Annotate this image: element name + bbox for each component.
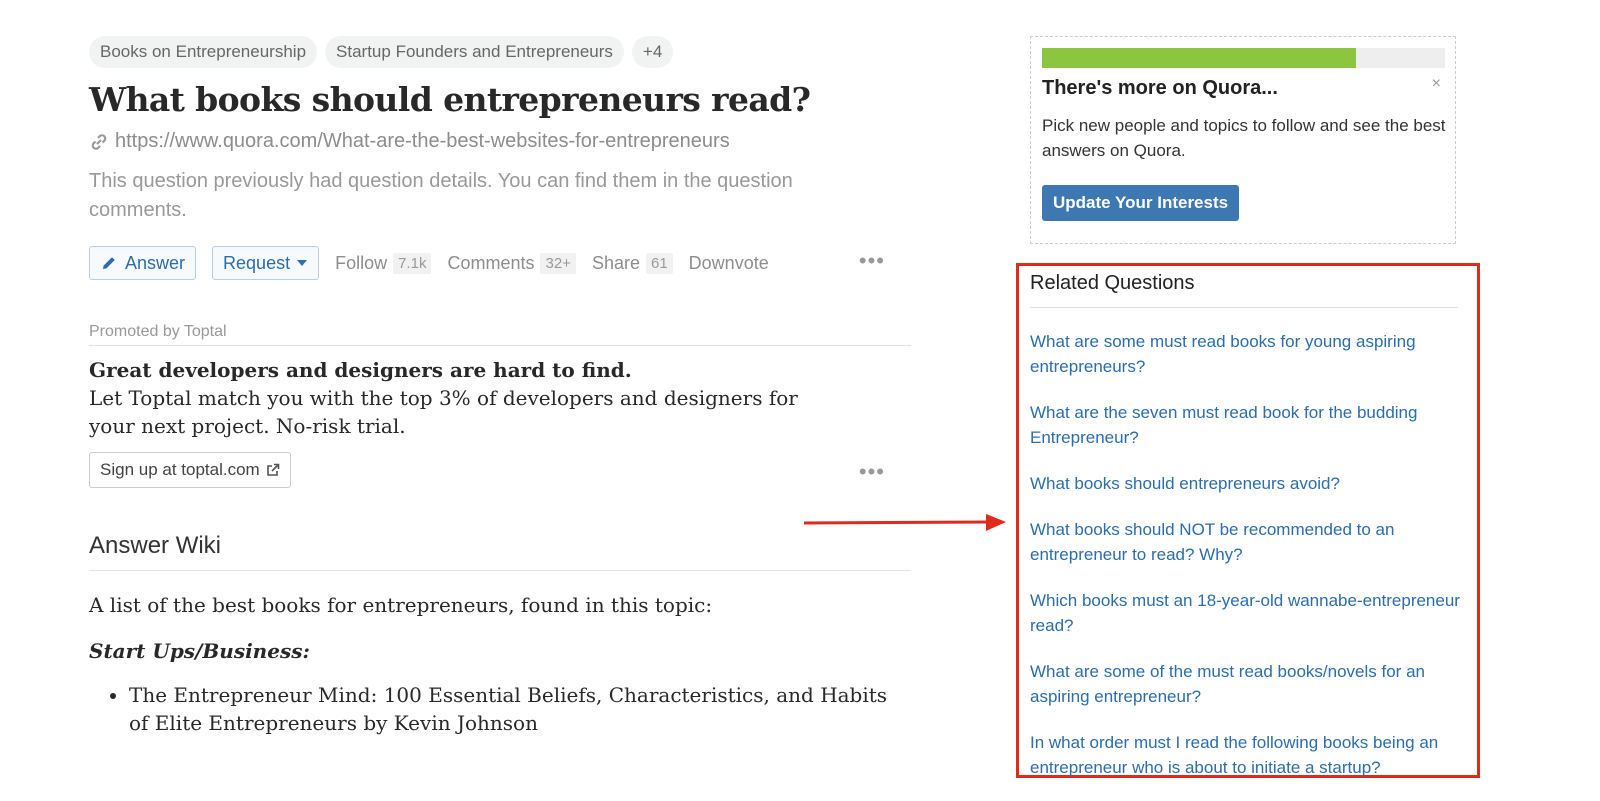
signup-label: Sign up at toptal.com xyxy=(100,460,260,479)
main-content: Books on Entrepreneurship Startup Founde… xyxy=(89,36,911,747)
list-item: The Entrepreneur Mind: 100 Essential Bel… xyxy=(129,681,911,737)
related-question-link[interactable]: Which books must an 18-year-old wannabe-… xyxy=(1030,588,1460,638)
comments-count: 32+ xyxy=(540,252,576,274)
promo-more-options-icon[interactable]: ••• xyxy=(859,461,885,483)
promo-label: Promoted by Toptal xyxy=(89,323,911,346)
topic-pill[interactable]: Startup Founders and Entrepreneurs xyxy=(325,36,624,68)
annotation-arrow-icon xyxy=(803,514,1006,531)
caret-down-icon xyxy=(297,260,308,266)
follow-count: 7.1k xyxy=(393,252,432,274)
progress-bar xyxy=(1042,48,1445,68)
question-url-row[interactable]: https://www.quora.com/What-are-the-best-… xyxy=(89,130,911,153)
related-questions-list: What are some must read books for young … xyxy=(1030,329,1460,801)
prompt-title: There's more on Quora... xyxy=(1042,77,1278,99)
request-label: Request xyxy=(223,252,291,273)
related-question-link[interactable]: What are some of the must read books/nov… xyxy=(1030,659,1460,709)
topic-more-pill[interactable]: +4 xyxy=(631,36,674,68)
comments-button[interactable]: Comments 32+ xyxy=(447,252,576,274)
topic-pill[interactable]: Books on Entrepreneurship xyxy=(89,36,318,68)
progress-fill xyxy=(1042,48,1357,68)
interests-prompt: There's more on Quora... × Pick new peop… xyxy=(1030,36,1456,244)
pencil-icon xyxy=(103,257,115,269)
external-link-icon xyxy=(266,463,280,476)
question-title: What books should entrepreneurs read? xyxy=(89,80,811,119)
share-button[interactable]: Share 61 xyxy=(591,252,673,274)
action-bar: Answer Request Follow 7.1k Comments 32+ … xyxy=(89,245,911,281)
signup-button[interactable]: Sign up at toptal.com xyxy=(89,452,291,488)
link-icon xyxy=(91,133,107,150)
prompt-text: Pick new people and topics to follow and… xyxy=(1042,116,1446,160)
promo-headline: Great developers and designers are hard … xyxy=(89,358,632,382)
topic-list: Books on Entrepreneurship Startup Founde… xyxy=(89,36,911,68)
related-question-link[interactable]: What are some must read books for young … xyxy=(1030,329,1460,379)
follow-button[interactable]: Follow 7.1k xyxy=(335,252,432,274)
promo-actions: Sign up at toptal.com ••• xyxy=(89,452,911,488)
more-options-icon[interactable]: ••• xyxy=(859,250,885,272)
comments-label: Comments xyxy=(447,252,535,273)
related-questions-title: Related Questions xyxy=(1030,272,1458,308)
share-count: 61 xyxy=(645,252,673,274)
close-icon[interactable]: × xyxy=(1432,75,1441,93)
downvote-button[interactable]: Downvote xyxy=(689,253,769,274)
answer-wiki-subheading: Start Ups/Business: xyxy=(89,639,310,663)
answer-button[interactable]: Answer xyxy=(89,246,197,280)
related-questions-panel: Related Questions What are some must rea… xyxy=(1016,263,1480,778)
question-details: This question previously had question de… xyxy=(89,170,793,221)
answer-wiki-intro: A list of the best books for entrepreneu… xyxy=(89,593,713,617)
question-url[interactable]: https://www.quora.com/What-are-the-best-… xyxy=(115,130,730,153)
related-question-link[interactable]: What are the seven must read book for th… xyxy=(1030,400,1460,450)
related-question-link[interactable]: What books should NOT be recommended to … xyxy=(1030,517,1460,567)
update-interests-button[interactable]: Update Your Interests xyxy=(1042,185,1240,221)
request-button[interactable]: Request xyxy=(212,246,320,280)
follow-label: Follow xyxy=(335,252,388,273)
promo-body: Let Toptal match you with the top 3% of … xyxy=(89,386,798,438)
answer-label: Answer xyxy=(125,252,186,273)
answer-wiki-title: Answer Wiki xyxy=(89,532,911,571)
answer-wiki-list: The Entrepreneur Mind: 100 Essential Bel… xyxy=(89,681,911,737)
share-label: Share xyxy=(591,252,640,273)
related-question-link[interactable]: In what order must I read the following … xyxy=(1030,730,1460,780)
related-question-link[interactable]: What books should entrepreneurs avoid? xyxy=(1030,471,1460,496)
